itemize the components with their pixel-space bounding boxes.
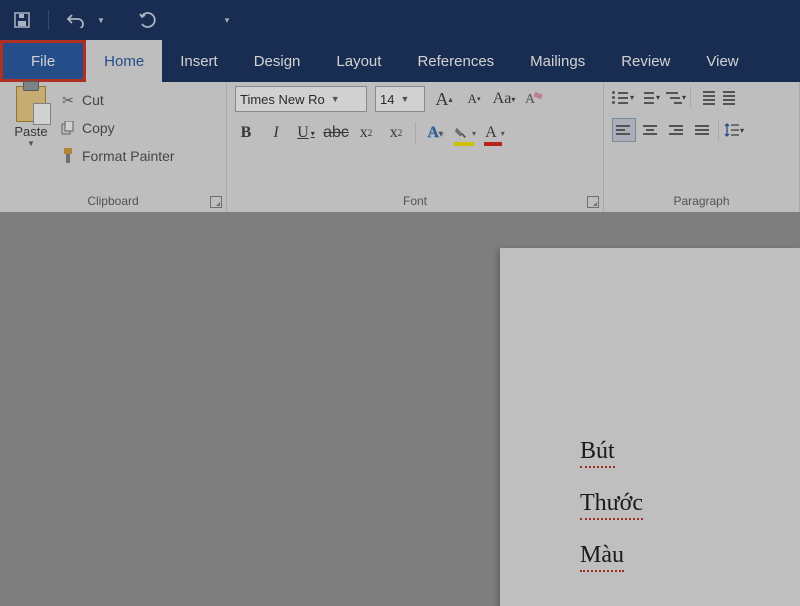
text-effects-button[interactable]: A▾ xyxy=(424,122,446,144)
align-left-icon xyxy=(615,123,633,137)
group-paragraph: ▾ ▾ ▾ xyxy=(604,82,800,212)
font-group-label: Font xyxy=(235,194,595,210)
align-left-button[interactable] xyxy=(612,118,636,142)
clipboard-dialog-launcher[interactable] xyxy=(210,196,222,208)
font-size-value: 14 xyxy=(380,92,394,107)
tab-file[interactable]: File xyxy=(0,40,86,82)
ribbon: Paste ▼ ✂ Cut Copy Form xyxy=(0,82,800,213)
undo-icon[interactable] xyxy=(61,6,89,34)
paragraph-group-label: Paragraph xyxy=(612,194,791,210)
align-center-button[interactable] xyxy=(640,119,662,141)
tab-home[interactable]: Home xyxy=(86,40,162,82)
multilevel-icon xyxy=(664,90,682,104)
italic-button[interactable]: I xyxy=(265,122,287,144)
tab-view[interactable]: View xyxy=(688,40,756,82)
tab-layout[interactable]: Layout xyxy=(318,40,399,82)
bullets-button[interactable]: ▾ xyxy=(612,86,634,108)
font-dialog-launcher[interactable] xyxy=(587,196,599,208)
font-name-combo[interactable]: Times New Ro▼ xyxy=(235,86,367,112)
copy-button[interactable]: Copy xyxy=(60,116,175,140)
superscript-button[interactable]: x2 xyxy=(385,122,407,144)
document-line-2: Thước xyxy=(580,490,643,520)
font-color-button[interactable]: A ▾ xyxy=(484,122,506,144)
shrink-font-button[interactable]: A▾ xyxy=(463,88,485,110)
document-area: Bút Thước Màu xyxy=(0,212,800,606)
change-case-button[interactable]: Aa▾ xyxy=(493,88,515,110)
tab-insert[interactable]: Insert xyxy=(162,40,236,82)
tab-references[interactable]: References xyxy=(399,40,512,82)
clear-formatting-button[interactable]: A xyxy=(523,88,545,110)
multilevel-list-button[interactable]: ▾ xyxy=(664,86,686,108)
grow-font-button[interactable]: A▴ xyxy=(433,88,455,110)
format-painter-label: Format Painter xyxy=(82,148,175,164)
svg-text:A: A xyxy=(525,92,536,107)
increase-indent-button[interactable] xyxy=(721,86,743,108)
qat-customize-icon[interactable]: ▾ xyxy=(213,6,241,34)
strikethrough-button[interactable]: abc xyxy=(325,122,347,144)
copy-icon xyxy=(60,120,76,136)
numbering-button[interactable]: ▾ xyxy=(638,86,660,108)
redo-icon[interactable] xyxy=(133,6,161,34)
underline-button[interactable]: U▾ xyxy=(295,122,317,144)
paste-label: Paste xyxy=(14,124,47,139)
clipboard-group-label: Clipboard xyxy=(8,194,218,210)
decrease-indent-button[interactable] xyxy=(695,86,717,108)
quick-access-toolbar: ▼ ▾ xyxy=(0,0,800,40)
tab-mailings[interactable]: Mailings xyxy=(512,40,603,82)
tab-design[interactable]: Design xyxy=(236,40,319,82)
bullets-icon xyxy=(612,90,630,104)
align-right-icon xyxy=(668,123,686,137)
subscript-button[interactable]: x2 xyxy=(355,122,377,144)
save-icon[interactable] xyxy=(8,6,36,34)
group-font: Times New Ro▼ 14▼ A▴ A▾ Aa▾ A B I U▾ abc… xyxy=(227,82,604,212)
indent-icon xyxy=(723,90,741,104)
align-center-icon xyxy=(642,123,660,137)
scissors-icon: ✂ xyxy=(60,92,76,108)
align-right-button[interactable] xyxy=(666,119,688,141)
paste-button[interactable]: Paste ▼ xyxy=(8,86,54,148)
document-line-1: Bút xyxy=(580,438,615,468)
bold-button[interactable]: B xyxy=(235,122,257,144)
font-size-combo[interactable]: 14▼ xyxy=(375,86,425,112)
brush-icon xyxy=(60,148,76,164)
copy-label: Copy xyxy=(82,120,115,136)
group-clipboard: Paste ▼ ✂ Cut Copy Form xyxy=(0,82,227,212)
document-page[interactable]: Bút Thước Màu xyxy=(500,248,800,606)
font-name-value: Times New Ro xyxy=(240,92,325,107)
document-line-3: Màu xyxy=(580,542,624,572)
outdent-icon xyxy=(697,90,715,104)
format-painter-button[interactable]: Format Painter xyxy=(60,144,175,168)
justify-button[interactable] xyxy=(692,119,714,141)
cut-label: Cut xyxy=(82,92,104,108)
line-spacing-button[interactable]: ▾ xyxy=(723,119,745,141)
justify-icon xyxy=(694,123,712,137)
tab-review[interactable]: Review xyxy=(603,40,688,82)
paste-icon xyxy=(16,86,46,122)
numbering-icon xyxy=(638,90,656,104)
ribbon-tabs: File Home Insert Design Layout Reference… xyxy=(0,40,800,82)
highlight-button[interactable]: ▾ xyxy=(454,122,476,144)
cut-button[interactable]: ✂ Cut xyxy=(60,88,175,112)
undo-dropdown-icon[interactable]: ▼ xyxy=(95,6,107,34)
